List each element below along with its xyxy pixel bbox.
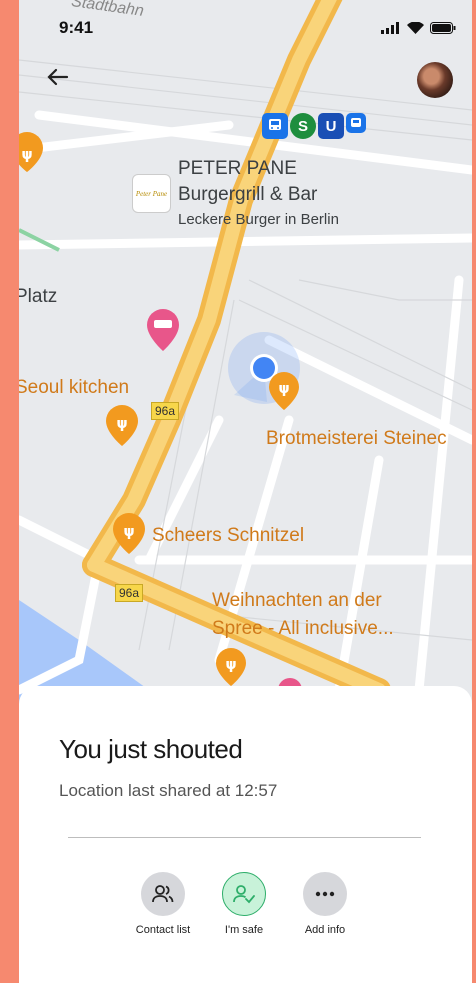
more-dots-icon bbox=[303, 872, 347, 916]
bus-icon bbox=[262, 113, 288, 139]
contact-list-label: Contact list bbox=[135, 924, 191, 936]
status-time: 9:41 bbox=[59, 18, 94, 37]
road-shield: 96a bbox=[151, 402, 180, 420]
add-info-label: Add info bbox=[304, 924, 346, 936]
wifi-icon bbox=[407, 22, 424, 34]
svg-text:ψ: ψ bbox=[278, 381, 289, 397]
s-bahn-icon: S bbox=[290, 113, 316, 139]
person-check-icon bbox=[222, 872, 266, 916]
back-arrow-icon[interactable] bbox=[45, 64, 71, 90]
svg-text:ψ: ψ bbox=[123, 524, 134, 540]
bottom-sheet: You just shouted Location last shared at… bbox=[19, 686, 472, 983]
avatar[interactable] bbox=[417, 62, 453, 98]
signal-icon bbox=[381, 22, 399, 34]
add-info-button[interactable]: Add info bbox=[280, 872, 370, 936]
tram-icon bbox=[346, 113, 366, 133]
contact-list-button[interactable]: Contact list bbox=[118, 872, 208, 936]
im-safe-label: I'm safe bbox=[224, 924, 264, 936]
u-bahn-icon: U bbox=[318, 113, 344, 139]
divider bbox=[68, 837, 421, 838]
transit-icons[interactable]: S U bbox=[262, 113, 366, 139]
place-label-weihnachten[interactable]: Weihnachten an der bbox=[212, 590, 382, 612]
peter-pane-logo: Peter Pane bbox=[132, 174, 171, 213]
status-icons bbox=[381, 22, 456, 34]
place-label-weihnachten-sub[interactable]: Spree - All inclusive... bbox=[212, 618, 394, 640]
place-desc-peter-pane: Leckere Burger in Berlin bbox=[178, 211, 339, 228]
place-label-scheers[interactable]: Scheers Schnitzel bbox=[152, 525, 304, 547]
phone-screen: ψ ψ ψ ψ ψ Stadtbahn 9:41 S U Peter Pane … bbox=[19, 0, 472, 983]
sheet-subtitle: Location last shared at 12:57 bbox=[59, 781, 278, 800]
sheet-title: You just shouted bbox=[59, 734, 243, 764]
contacts-icon bbox=[141, 872, 185, 916]
svg-text:ψ: ψ bbox=[116, 416, 127, 432]
battery-icon bbox=[430, 22, 456, 34]
user-location-dot bbox=[253, 357, 275, 379]
place-label-peter-pane-sub[interactable]: Burgergrill & Bar bbox=[178, 184, 317, 206]
im-safe-button[interactable]: I'm safe bbox=[199, 872, 289, 936]
svg-text:ψ: ψ bbox=[225, 657, 236, 673]
place-label-peter-pane[interactable]: PETER PANE bbox=[178, 158, 297, 180]
place-label-platz: Platz bbox=[19, 286, 58, 307]
place-label-brotmeisterei[interactable]: Brotmeisterei Steinec bbox=[266, 428, 447, 450]
place-label-seoul-kitchen[interactable]: Seoul kitchen bbox=[19, 377, 129, 399]
road-shield: 96a bbox=[115, 584, 144, 602]
svg-text:ψ: ψ bbox=[21, 147, 32, 163]
